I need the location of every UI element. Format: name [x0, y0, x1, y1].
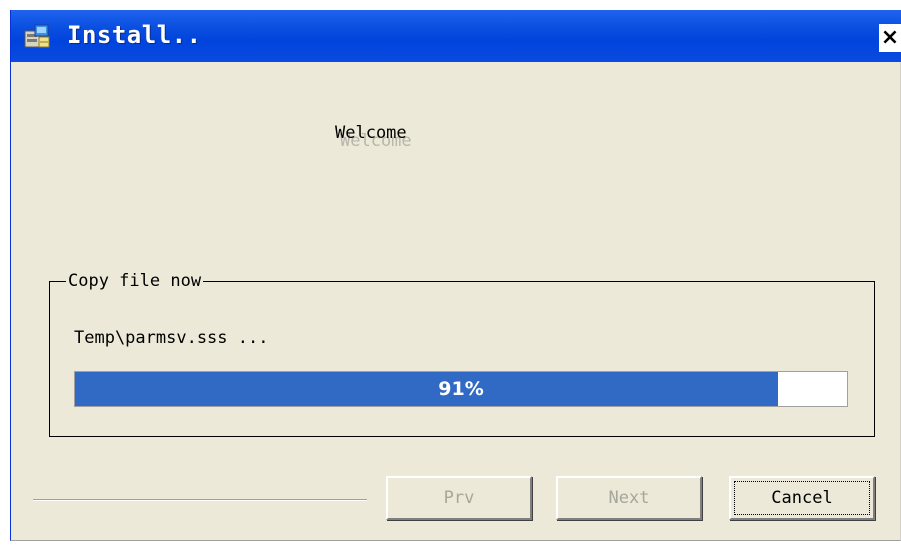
welcome-banner: Welcome Welcome	[335, 123, 412, 151]
close-icon: ×	[880, 25, 900, 50]
installer-icon	[23, 22, 51, 50]
window-title: Install..	[67, 21, 202, 49]
welcome-text: Welcome	[335, 123, 407, 143]
copy-file-group: Copy file now Temp\parmsv.sss ... 91%	[49, 270, 875, 437]
prev-button[interactable]: Prv	[386, 476, 532, 520]
copy-progress-bar: 91%	[74, 371, 848, 407]
group-legend: Copy file now	[66, 270, 204, 292]
current-file-label: Temp\parmsv.sss ...	[74, 328, 269, 348]
cancel-button[interactable]: Cancel	[729, 476, 875, 520]
footer-separator	[33, 499, 367, 501]
installer-window: Install.. × Welcome Welcome Copy file no…	[10, 10, 901, 541]
progress-percent: 91%	[438, 378, 484, 400]
title-bar[interactable]: Install.. ×	[11, 10, 901, 62]
close-button[interactable]: ×	[879, 24, 901, 52]
next-button[interactable]: Next	[556, 476, 702, 520]
